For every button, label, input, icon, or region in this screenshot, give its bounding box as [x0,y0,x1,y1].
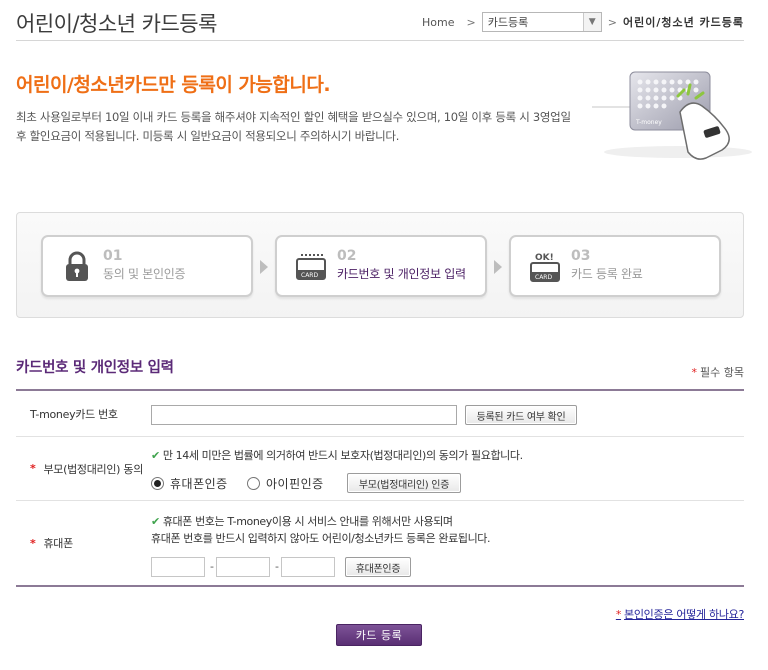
header-divider [16,40,744,41]
phone-dash: - [210,560,214,573]
card-number-input[interactable] [151,405,457,425]
guardian-auth-button[interactable]: 부모(법정대리인) 인증 [347,473,461,493]
intro-description: 최초 사용일로부터 10일 이내 카드 등록을 해주셔야 지속적인 할인 혜택을… [16,110,571,143]
step-2-number: 02 [337,248,357,264]
breadcrumb-separator: > [466,15,476,29]
card-icon: CARD [296,254,326,280]
step-1-label: 동의 및 본인인증 [103,267,186,281]
phone-notice-text: 휴대폰 번호는 T-money이용 시 서비스 안내를 위해서만 사용되며 [162,515,453,528]
radio-unselected-icon[interactable] [247,477,260,490]
phone-part-3-input[interactable] [281,557,335,577]
checkmark-icon: ✔ [151,449,160,462]
check-registered-card-button[interactable]: 등록된 카드 여부 확인 [465,405,577,425]
radio-selected-icon[interactable] [151,477,164,490]
required-note: * 필수 항목 [692,364,744,380]
phone-auth-button[interactable]: 휴대폰인증 [345,557,411,577]
intro-headline: 어린이/청소년카드만 등록이 가능합니다. [16,74,331,96]
card-number-label: T-money카드 번호 [30,407,118,421]
breadcrumb-home-link[interactable]: Home [422,16,454,29]
required-mark: * [30,462,36,475]
svg-text:T-money: T-money [635,119,662,126]
radio-phone-auth[interactable]: 휴대폰인증 [151,475,228,492]
form-row-phone: * 휴대폰 ✔ 휴대폰 번호는 T-money이용 시 서비스 안내를 위해서만 사… [16,501,744,585]
guardian-label: 부모(법정대리인) 동의 [43,462,144,476]
svg-text:CARD: CARD [535,274,552,281]
form-row-card-number: T-money카드 번호 등록된 카드 여부 확인 [16,391,744,437]
auth-help-link[interactable]: * 본인인증은 어떻게 하나요? [616,606,744,622]
section-title: 카드번호 및 개인정보 입력 [16,360,174,376]
registration-form: T-money카드 번호 등록된 카드 여부 확인 * 부모(법정대리인) 동의 … [16,389,744,587]
checkmark-icon: ✔ [151,515,160,528]
svg-text:CARD: CARD [301,272,318,279]
page-title: 어린이/청소년 카드등록 [16,12,217,36]
phone-label-cell: * 휴대폰 [16,501,143,585]
breadcrumb-separator: > [607,15,617,29]
card-hand-illustration: T-money [592,71,752,160]
required-mark: * [30,536,36,550]
breadcrumb-menu-select[interactable]: 카드등록 ▼ [481,12,602,32]
step-arrow-icon [494,260,502,274]
required-mark: * [691,366,698,379]
step-1-number: 01 [103,248,123,264]
chevron-down-icon[interactable]: ▼ [582,13,601,31]
step-2: CARD 02 카드번호 및 개인정보 입력 [275,235,487,297]
step-3: OK! CARD 03 카드 등록 완료 [509,235,721,297]
svg-text:OK!: OK! [535,253,554,263]
step-3-label: 카드 등록 완료 [571,267,643,281]
auth-help-link-text: 본인인증은 어떻게 하나요? [624,608,744,621]
phone-notice-2: 휴대폰 번호를 반드시 입력하지 않아도 어린이/청소년카드 등록은 완료됩니다… [151,532,491,545]
required-note-text: 필수 항목 [700,366,744,379]
phone-part-2-input[interactable] [216,557,270,577]
phone-notice: ✔ 휴대폰 번호는 T-money이용 시 서비스 안내를 위해서만 사용되며 [151,513,453,529]
radio-ipin-auth[interactable]: 아이핀인증 [247,475,324,492]
radio-ipin-auth-label: 아이핀인증 [266,477,324,491]
step-2-label: 카드번호 및 개인정보 입력 [337,267,466,281]
guardian-notice-text: 만 14세 미만은 법률에 의거하여 반드시 보호자(법정대리인)의 동의가 필… [162,449,523,462]
step-1: 01 동의 및 본인인증 [41,235,253,297]
register-card-button[interactable]: 카드 등록 [336,624,422,646]
required-mark: * [615,608,622,621]
phone-label: 휴대폰 [43,537,73,550]
guardian-label-cell: * 부모(법정대리인) 동의 [16,437,143,500]
form-row-guardian: * 부모(법정대리인) 동의 ✔ 만 14세 미만은 법률에 의거하여 반드시 보호… [16,437,744,501]
step-3-number: 03 [571,248,591,264]
card-ok-icon: OK! CARD [530,253,560,282]
phone-dash: - [275,560,279,573]
step-progress: 01 동의 및 본인인증 CARD 02 카드번호 및 개인정보 입력 OK! … [16,212,744,318]
lock-icon [66,251,88,281]
breadcrumb: Home > 카드등록 ▼ > 어린이/청소년 카드등록 [422,12,744,32]
guardian-notice: ✔ 만 14세 미만은 법률에 의거하여 반드시 보호자(법정대리인)의 동의가 … [151,447,523,463]
step-arrow-icon [260,260,268,274]
radio-phone-auth-label: 휴대폰인증 [170,477,228,491]
breadcrumb-select-value: 카드등록 [487,16,529,29]
phone-part-1-input[interactable] [151,557,205,577]
breadcrumb-current: 어린이/청소년 카드등록 [622,16,744,29]
